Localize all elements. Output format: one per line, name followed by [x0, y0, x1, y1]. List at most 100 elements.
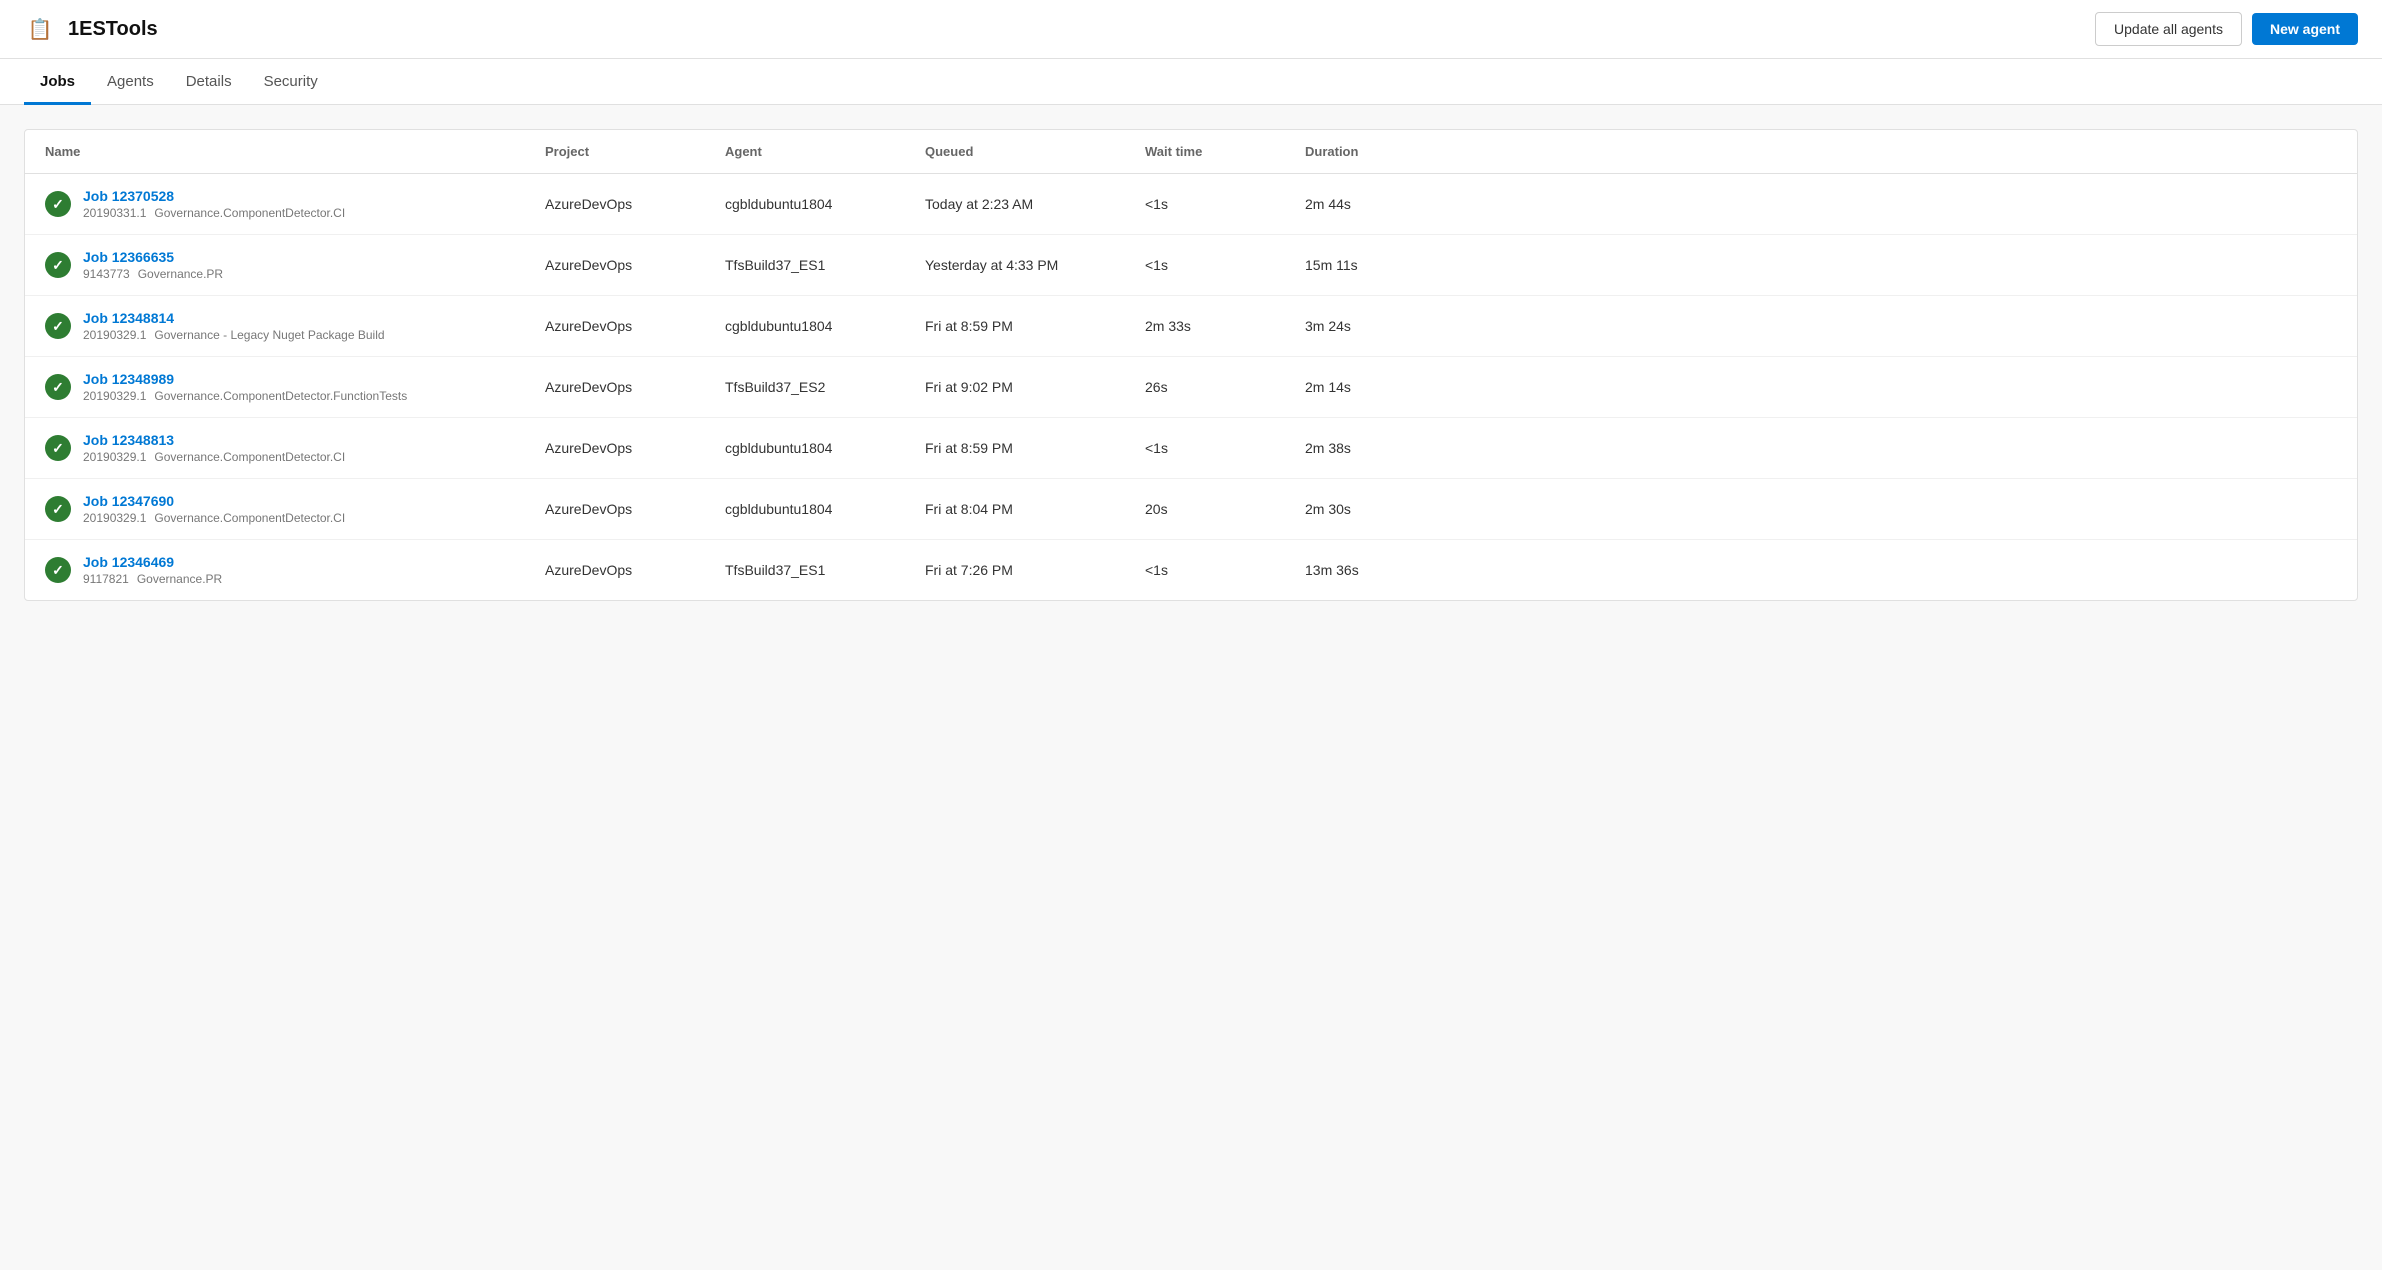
job-build: 20190329.1 [83, 450, 146, 464]
table-header: Name Project Agent Queued Wait time Dura… [25, 130, 2357, 174]
status-success-icon [45, 435, 71, 461]
job-definition: Governance.PR [137, 572, 222, 586]
job-queued: Fri at 8:59 PM [925, 318, 1145, 334]
job-title[interactable]: Job 12347690 [83, 493, 345, 509]
job-wait: 26s [1145, 379, 1305, 395]
job-subtitle: 20190329.1 Governance.ComponentDetector.… [83, 450, 345, 464]
job-wait: <1s [1145, 440, 1305, 456]
job-build: 20190329.1 [83, 328, 146, 342]
table-row[interactable]: Job 12348814 20190329.1 Governance - Leg… [25, 296, 2357, 357]
job-build: 20190329.1 [83, 389, 146, 403]
job-agent: TfsBuild37_ES2 [725, 379, 925, 395]
job-name-cell: Job 12346469 9117821 Governance.PR [45, 554, 545, 586]
job-subtitle: 9143773 Governance.PR [83, 267, 223, 281]
job-title[interactable]: Job 12348989 [83, 371, 407, 387]
tab-agents[interactable]: Agents [91, 59, 170, 105]
job-name-info: Job 12366635 9143773 Governance.PR [83, 249, 223, 281]
nav-tabs: Jobs Agents Details Security [0, 59, 2382, 105]
col-queued: Queued [925, 144, 1145, 159]
job-title[interactable]: Job 12346469 [83, 554, 222, 570]
job-project: AzureDevOps [545, 318, 725, 334]
job-definition: Governance.ComponentDetector.CI [154, 511, 345, 525]
job-definition: Governance - Legacy Nuget Package Build [154, 328, 384, 342]
job-agent: cgbldubuntu1804 [725, 196, 925, 212]
table-row[interactable]: Job 12348813 20190329.1 Governance.Compo… [25, 418, 2357, 479]
job-name-cell: Job 12366635 9143773 Governance.PR [45, 249, 545, 281]
job-name-info: Job 12346469 9117821 Governance.PR [83, 554, 222, 586]
table-row[interactable]: Job 12348989 20190329.1 Governance.Compo… [25, 357, 2357, 418]
table-row[interactable]: Job 12346469 9117821 Governance.PR Azure… [25, 540, 2357, 600]
col-duration: Duration [1305, 144, 1465, 159]
col-project: Project [545, 144, 725, 159]
job-title[interactable]: Job 12370528 [83, 188, 345, 204]
job-project: AzureDevOps [545, 501, 725, 517]
job-subtitle: 20190329.1 Governance.ComponentDetector.… [83, 389, 407, 403]
job-build: 20190329.1 [83, 511, 146, 525]
table-row[interactable]: Job 12366635 9143773 Governance.PR Azure… [25, 235, 2357, 296]
job-queued: Fri at 9:02 PM [925, 379, 1145, 395]
job-definition: Governance.ComponentDetector.FunctionTes… [154, 389, 407, 403]
job-duration: 15m 11s [1305, 257, 1465, 273]
status-success-icon [45, 374, 71, 400]
job-name-info: Job 12370528 20190331.1 Governance.Compo… [83, 188, 345, 220]
job-name-cell: Job 12348814 20190329.1 Governance - Leg… [45, 310, 545, 342]
job-subtitle: 9117821 Governance.PR [83, 572, 222, 586]
job-wait: <1s [1145, 562, 1305, 578]
job-subtitle: 20190329.1 Governance - Legacy Nuget Pac… [83, 328, 385, 342]
status-success-icon [45, 496, 71, 522]
job-wait: <1s [1145, 196, 1305, 212]
job-subtitle: 20190331.1 Governance.ComponentDetector.… [83, 206, 345, 220]
status-success-icon [45, 191, 71, 217]
job-queued: Today at 2:23 AM [925, 196, 1145, 212]
job-name-info: Job 12348989 20190329.1 Governance.Compo… [83, 371, 407, 403]
job-duration: 2m 38s [1305, 440, 1465, 456]
col-agent: Agent [725, 144, 925, 159]
job-project: AzureDevOps [545, 379, 725, 395]
job-queued: Fri at 8:04 PM [925, 501, 1145, 517]
job-duration: 3m 24s [1305, 318, 1465, 334]
header-left: 📋 1ESTools [24, 13, 158, 45]
job-wait: 2m 33s [1145, 318, 1305, 334]
job-duration: 13m 36s [1305, 562, 1465, 578]
tab-security[interactable]: Security [248, 59, 334, 105]
job-title[interactable]: Job 12366635 [83, 249, 223, 265]
job-definition: Governance.ComponentDetector.CI [154, 450, 345, 464]
tab-jobs[interactable]: Jobs [24, 59, 91, 105]
update-all-agents-button[interactable]: Update all agents [2095, 12, 2242, 46]
jobs-table: Name Project Agent Queued Wait time Dura… [24, 129, 2358, 601]
job-agent: TfsBuild37_ES1 [725, 562, 925, 578]
job-definition: Governance.PR [138, 267, 223, 281]
job-project: AzureDevOps [545, 196, 725, 212]
table-row[interactable]: Job 12370528 20190331.1 Governance.Compo… [25, 174, 2357, 235]
header-actions: Update all agents New agent [2095, 12, 2358, 46]
job-agent: cgbldubuntu1804 [725, 318, 925, 334]
job-duration: 2m 44s [1305, 196, 1465, 212]
table-body: Job 12370528 20190331.1 Governance.Compo… [25, 174, 2357, 600]
job-project: AzureDevOps [545, 440, 725, 456]
job-title[interactable]: Job 12348814 [83, 310, 385, 326]
job-name-info: Job 12348813 20190329.1 Governance.Compo… [83, 432, 345, 464]
table-row[interactable]: Job 12347690 20190329.1 Governance.Compo… [25, 479, 2357, 540]
job-subtitle: 20190329.1 Governance.ComponentDetector.… [83, 511, 345, 525]
job-wait: 20s [1145, 501, 1305, 517]
job-name-info: Job 12348814 20190329.1 Governance - Leg… [83, 310, 385, 342]
job-queued: Fri at 7:26 PM [925, 562, 1145, 578]
job-agent: cgbldubuntu1804 [725, 501, 925, 517]
new-agent-button[interactable]: New agent [2252, 13, 2358, 45]
job-name-cell: Job 12347690 20190329.1 Governance.Compo… [45, 493, 545, 525]
header: 📋 1ESTools Update all agents New agent [0, 0, 2382, 59]
job-build: 9117821 [83, 572, 129, 586]
job-name-info: Job 12347690 20190329.1 Governance.Compo… [83, 493, 345, 525]
job-name-cell: Job 12348989 20190329.1 Governance.Compo… [45, 371, 545, 403]
job-title[interactable]: Job 12348813 [83, 432, 345, 448]
status-success-icon [45, 557, 71, 583]
job-wait: <1s [1145, 257, 1305, 273]
job-build: 20190331.1 [83, 206, 146, 220]
tab-details[interactable]: Details [170, 59, 248, 105]
job-queued: Yesterday at 4:33 PM [925, 257, 1145, 273]
job-duration: 2m 14s [1305, 379, 1465, 395]
job-queued: Fri at 8:59 PM [925, 440, 1145, 456]
job-project: AzureDevOps [545, 562, 725, 578]
col-wait-time: Wait time [1145, 144, 1305, 159]
job-definition: Governance.ComponentDetector.CI [154, 206, 345, 220]
